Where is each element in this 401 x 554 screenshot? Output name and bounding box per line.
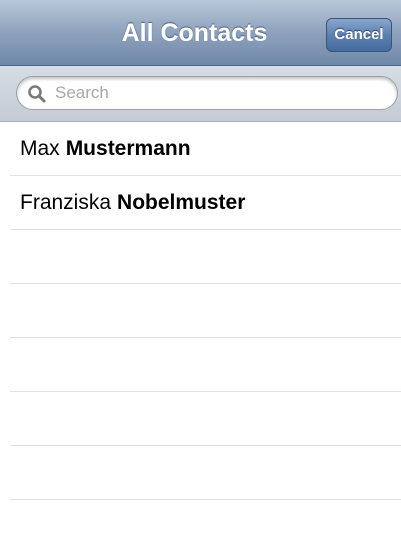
empty-row bbox=[10, 284, 401, 338]
empty-row bbox=[10, 338, 401, 392]
search-input[interactable] bbox=[55, 77, 375, 109]
empty-row bbox=[10, 230, 401, 284]
navigation-bar: All Contacts Cancel bbox=[0, 0, 401, 66]
contact-list: Max Mustermann Franziska Nobelmuster bbox=[0, 122, 401, 500]
contact-last-name: Mustermann bbox=[65, 137, 191, 160]
contact-name: Franziska Nobelmuster bbox=[20, 176, 245, 230]
search-bar bbox=[0, 66, 401, 122]
cancel-button[interactable]: Cancel bbox=[326, 18, 392, 52]
empty-row bbox=[10, 446, 401, 500]
empty-row bbox=[10, 392, 401, 446]
contact-row[interactable]: Max Mustermann bbox=[10, 122, 401, 176]
search-icon bbox=[28, 85, 46, 103]
contact-first-name: Max bbox=[20, 137, 60, 160]
contact-row[interactable]: Franziska Nobelmuster bbox=[10, 176, 401, 230]
contact-name: Max Mustermann bbox=[20, 122, 191, 176]
search-field[interactable] bbox=[16, 76, 398, 110]
contact-last-name: Nobelmuster bbox=[117, 191, 246, 214]
contact-first-name: Franziska bbox=[20, 191, 112, 214]
